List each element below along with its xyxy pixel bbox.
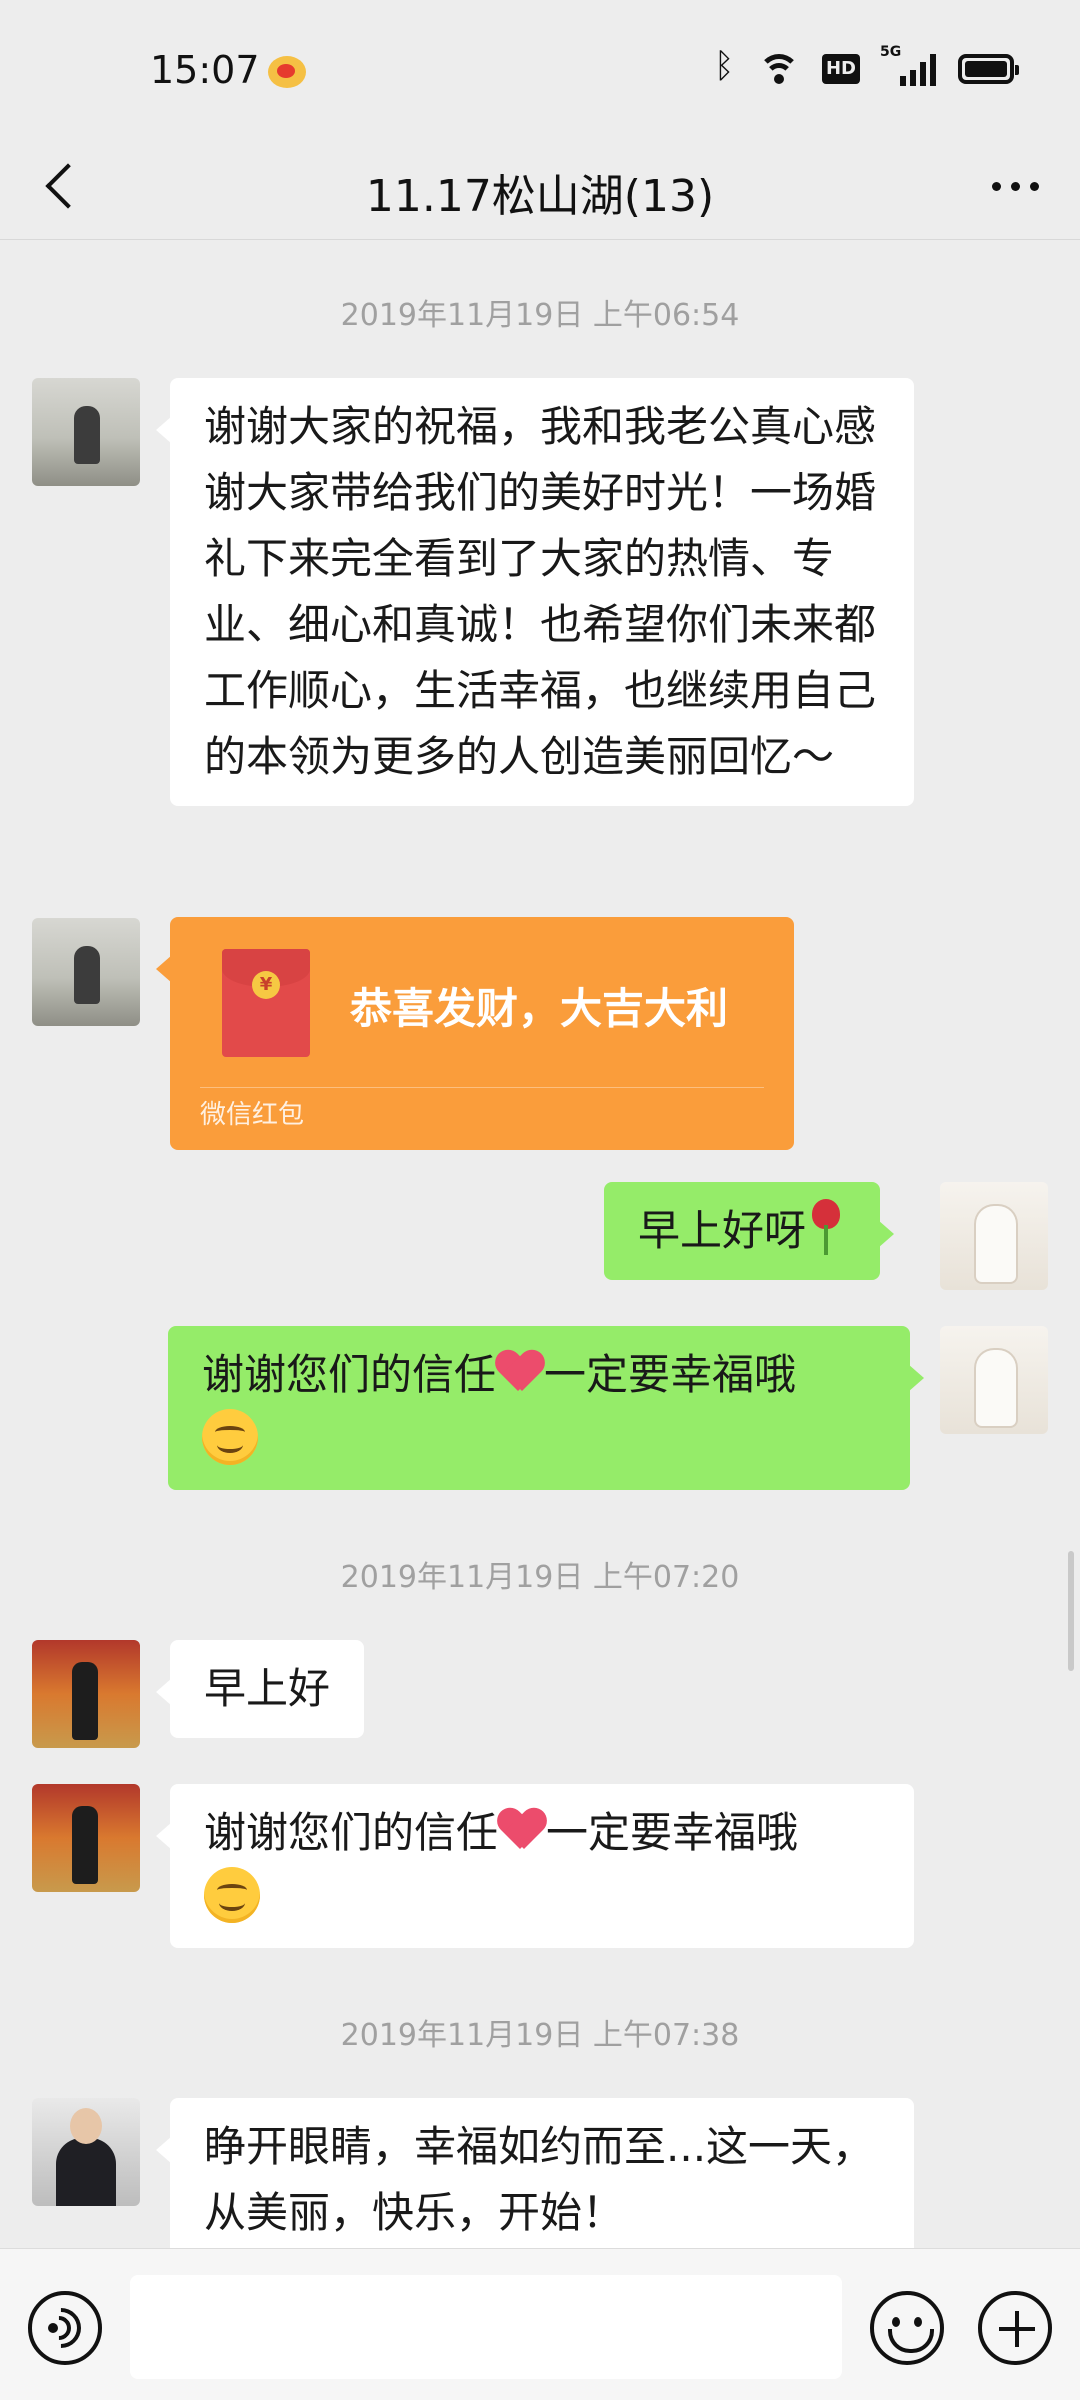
chat-area[interactable]: 2019年11月19日 上午06:54 谢谢大家的祝福，我和我老公真心感谢大家带… [0, 241, 1080, 2248]
avatar[interactable] [940, 1326, 1048, 1434]
time-stamp: 2019年11月19日 上午07:20 [340, 1560, 740, 1595]
status-bar: 15:07 HD 5G [0, 0, 1080, 140]
time-stamp: 2019年11月19日 上午07:38 [340, 2018, 740, 2053]
input-bar [0, 2248, 1080, 2400]
scrollbar[interactable] [1068, 1551, 1074, 1671]
red-envelope-icon: ¥ [222, 949, 310, 1057]
smile-emoji-icon [204, 1867, 260, 1923]
avatar[interactable] [32, 918, 140, 1026]
voice-button[interactable] [28, 2291, 102, 2365]
message-text: 一定要幸福哦 [544, 1350, 797, 1399]
avatar[interactable] [940, 1182, 1048, 1290]
bluetooth-icon [714, 46, 736, 86]
smile-emoji-icon [202, 1409, 258, 1465]
nav-bar: 11.17松山湖(13) [0, 130, 1080, 240]
add-button[interactable] [978, 2291, 1052, 2365]
message-text: 谢谢您们的信任 [204, 1808, 499, 1857]
heart-emoji-icon [496, 1349, 544, 1393]
chat-title: 11.17松山湖(13) [365, 171, 715, 222]
more-button[interactable] [980, 158, 1050, 214]
message-text: 一定要幸福哦 [546, 1808, 799, 1857]
message-bubble[interactable]: 早上好呀 [604, 1182, 895, 1280]
heart-emoji-icon [498, 1807, 546, 1851]
message-bubble[interactable]: 早上好 [155, 1640, 365, 1738]
wifi-icon [757, 52, 800, 86]
network-type-label: 5G [880, 44, 902, 60]
message-bubble[interactable]: 谢谢您们的信任 一定要幸福哦 [168, 1326, 924, 1490]
red-packet-card[interactable]: ¥ 恭喜发财，大吉大利 微信红包 [156, 917, 794, 1150]
time-stamp: 2019年11月19日 上午06:54 [340, 298, 740, 333]
message-input[interactable] [130, 2275, 842, 2379]
avatar[interactable] [32, 1784, 140, 1892]
message-text: 谢谢您们的信任 [202, 1350, 497, 1399]
avatar[interactable] [32, 1640, 140, 1748]
hd-badge: HD [821, 54, 860, 84]
divider [200, 1087, 764, 1088]
coin-icon: ¥ [252, 971, 280, 999]
message-text: 早上好呀 [638, 1206, 807, 1255]
rose-emoji-icon [806, 1199, 846, 1255]
red-packet-greeting: 恭喜发财，大吉大利 [350, 984, 729, 1033]
emoji-button[interactable] [870, 2291, 944, 2365]
avatar[interactable] [32, 378, 140, 486]
weibo-notification-icon [268, 56, 306, 88]
message-bubble[interactable]: 谢谢您们的信任 一定要幸福哦 [156, 1784, 914, 1948]
status-time: 15:07 [150, 48, 260, 92]
more-dots-icon [991, 181, 1001, 191]
red-packet-label: 微信红包 [200, 1100, 305, 1130]
avatar[interactable] [32, 2098, 140, 2206]
battery-icon [958, 54, 1019, 84]
message-bubble[interactable]: 睁开眼睛，幸福如约而至...这一天，从美丽，快乐，开始！ [156, 2098, 914, 2248]
system-icons: HD 5G [714, 44, 1019, 86]
message-bubble[interactable]: 谢谢大家的祝福，我和我老公真心感谢大家带给我们的美好时光！一场婚礼下来完全看到了… [156, 378, 914, 806]
signal-icon: 5G [880, 44, 936, 86]
